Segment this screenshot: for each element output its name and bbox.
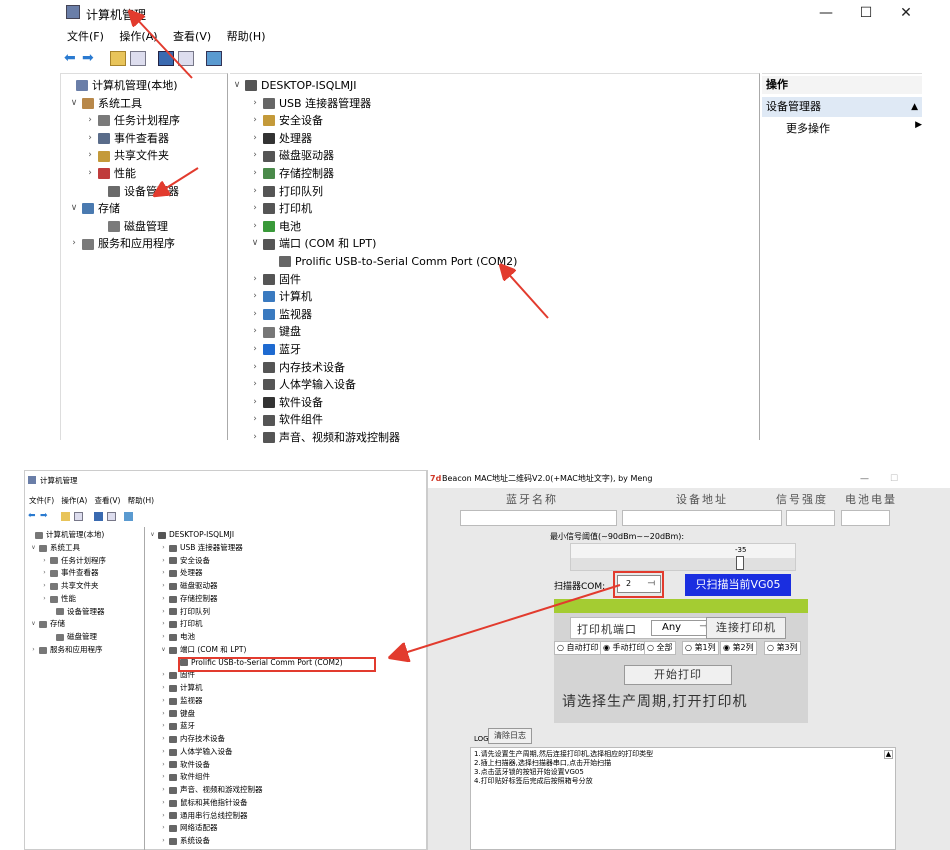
arrow-to-device-manager (160, 167, 199, 192)
computer-management-window: 计算机管理 — ☐ ✕ 文件(F) 操作(A) 查看(V) 帮助(H) ⬅ ➡ … (0, 0, 950, 444)
annotation-arrows (0, 0, 549, 319)
arrow-to-com-port (505, 270, 549, 319)
arrow-com-to-port (398, 584, 621, 655)
annotation-arrows-bottom (0, 584, 621, 850)
arrow-to-title (134, 16, 193, 79)
